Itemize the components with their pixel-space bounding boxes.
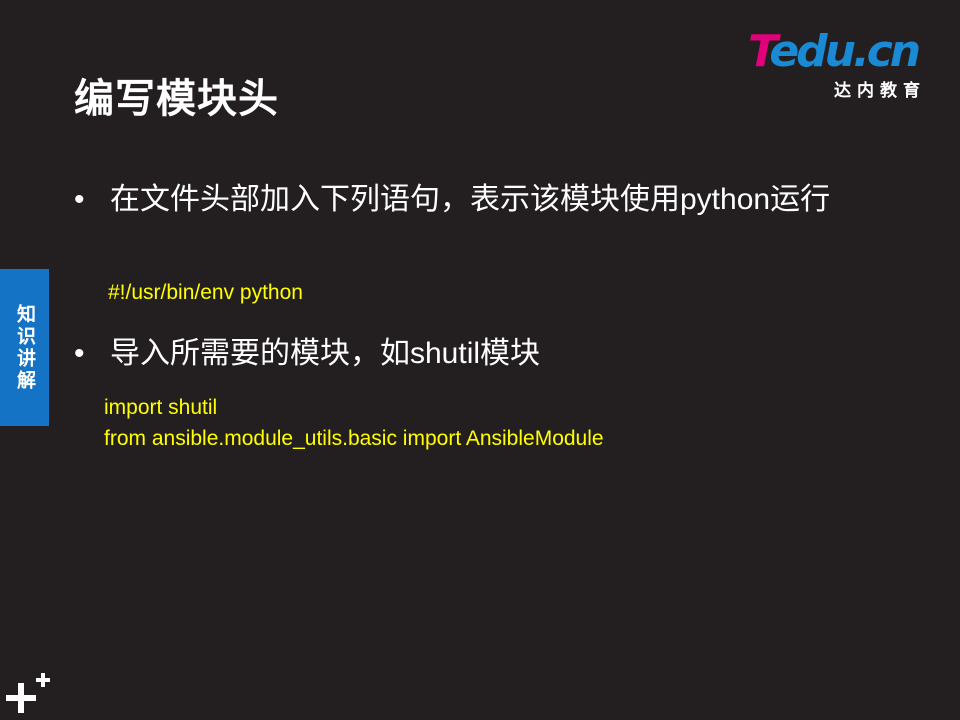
logo-letter-t: T — [748, 26, 772, 77]
logo-domain: edu.cn — [769, 26, 921, 77]
side-tab-label: 知识讲解 — [14, 303, 35, 392]
logo-wordmark: Tedu.cn — [748, 26, 921, 77]
bullet-marker: • — [74, 337, 85, 370]
bullet-text: 在文件头部加入下列语句，表示该模块使用python运行 — [110, 183, 831, 216]
plus-icon — [6, 673, 50, 713]
bullet-text: 导入所需要的模块，如shutil模块 — [110, 337, 541, 370]
slide-title: 编写模块头 — [74, 77, 279, 121]
code-line: import shutil — [104, 396, 218, 419]
code-line: #!/usr/bin/env python — [108, 281, 303, 304]
logo-subtitle: 达内教育 — [834, 81, 926, 100]
bullet-marker: • — [74, 183, 85, 216]
side-tab: 知识讲解 — [0, 269, 49, 426]
tedu-logo: Tedu.cn 达内教育 — [748, 26, 934, 101]
code-line: from ansible.module_utils.basic import A… — [104, 427, 604, 450]
